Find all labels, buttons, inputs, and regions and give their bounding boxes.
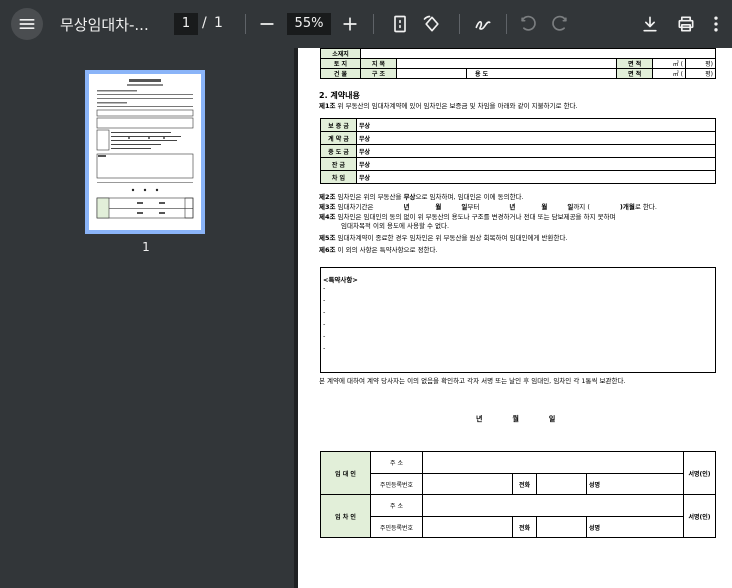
redo-icon[interactable] [544, 8, 576, 40]
table-row: 차 임 무상 [320, 170, 716, 184]
article-3: 제3조 임대차기간은 년 월 일부터 년 월 일까지 ()개월로 한다. [319, 202, 657, 211]
land-label: 토 지 [320, 58, 361, 69]
table-row: 임 차 인 주 소 서명(인) [320, 494, 716, 538]
table-row: 주민등록번호 전화 성명 [321, 473, 716, 495]
table-row: 중 도 금 무상 [320, 144, 716, 158]
more-options-icon[interactable] [706, 8, 726, 40]
thumbnail-page-number: 1 [142, 240, 150, 254]
pdf-toolbar: 무상임대차-... 1 / 1 55% [0, 0, 732, 48]
zoom-out-icon[interactable] [251, 8, 283, 40]
page-separator: / [202, 15, 207, 31]
special-terms-lines: - - - - - - [323, 284, 326, 352]
article-2: 제2조 임차인은 위의 부동산을 무상으로 임차하며, 임대인은 이에 동의한다… [319, 193, 524, 201]
date-line: 년월일 [476, 415, 556, 423]
property-table: 소재지 토 지 지 목 면 적 ㎡ ( 평) 건 물 구 조 용 도 면 적 ㎡… [320, 48, 716, 79]
toolbar-divider [373, 14, 374, 34]
special-terms-box: <특약사항> - - - - - - [320, 267, 716, 373]
thumbnail-preview [96, 79, 194, 219]
table-row: 보 증 금 무상 [320, 118, 716, 132]
download-icon[interactable] [634, 8, 666, 40]
fit-to-page-icon[interactable] [384, 8, 416, 40]
toolbar-divider [506, 14, 507, 34]
zoom-in-icon[interactable] [334, 8, 366, 40]
table-row: 잔 금 무상 [320, 157, 716, 171]
section-title: 2. 계약내용 [319, 91, 360, 100]
table-row: 임 대 인 주 소 서명(인) [320, 451, 716, 495]
closing-statement: 본 계약에 대하여 계약 당사자는 이의 없음을 확인하고 각자 서명 또는 날… [319, 377, 626, 385]
page-number-input[interactable]: 1 [174, 13, 198, 35]
document-title: 무상임대차-... [60, 16, 149, 34]
undo-icon[interactable] [512, 8, 544, 40]
building-label: 건 물 [320, 68, 361, 79]
lessee-label: 임 차 인 [320, 494, 371, 538]
location-label: 소재지 [320, 48, 361, 59]
lessor-label: 임 대 인 [320, 451, 371, 495]
zoom-level-input[interactable]: 55% [287, 13, 331, 35]
total-pages: 1 [214, 15, 223, 31]
article-5: 제5조 임대차계약이 종료한 경우 임차인은 위 부동산을 원상 회복하여 임대… [319, 234, 568, 242]
toolbar-divider [245, 14, 246, 34]
print-icon[interactable] [670, 8, 702, 40]
draw-icon[interactable] [467, 8, 499, 40]
parties-table: 임 대 인 주 소 서명(인) 주민등록번호 전화 성명 임 차 인 주 소 서… [320, 451, 716, 538]
articles-block: 제2조 임차인은 위의 부동산을 무상으로 임차하며, 임대인은 이에 동의한다… [319, 193, 719, 256]
payment-table: 보 증 금 무상 계 약 금 무상 중 도 금 무상 잔 금 무상 차 임 무상 [320, 118, 716, 184]
page-thumbnail[interactable] [85, 70, 205, 234]
pdf-page: 소재지 토 지 지 목 면 적 ㎡ ( 평) 건 물 구 조 용 도 면 적 ㎡… [298, 48, 732, 588]
rotate-icon[interactable] [416, 8, 448, 40]
article-4: 제4조 임차인은 임대인의 동의 없이 위 부동산의 용도나 구조를 변경하거나… [319, 212, 616, 221]
article-1: 제1조 위 부동산의 임대차계약에 있어 임차인은 보증금 및 차임을 아래와 … [319, 102, 578, 110]
menu-icon[interactable] [11, 8, 43, 40]
table-row: 계 약 금 무상 [320, 131, 716, 145]
table-row: 주민등록번호 전화 성명 [321, 516, 716, 538]
toolbar-divider [459, 14, 460, 34]
article-6: 제6조 이 외의 사항은 특약사항으로 정한다. [319, 245, 438, 254]
